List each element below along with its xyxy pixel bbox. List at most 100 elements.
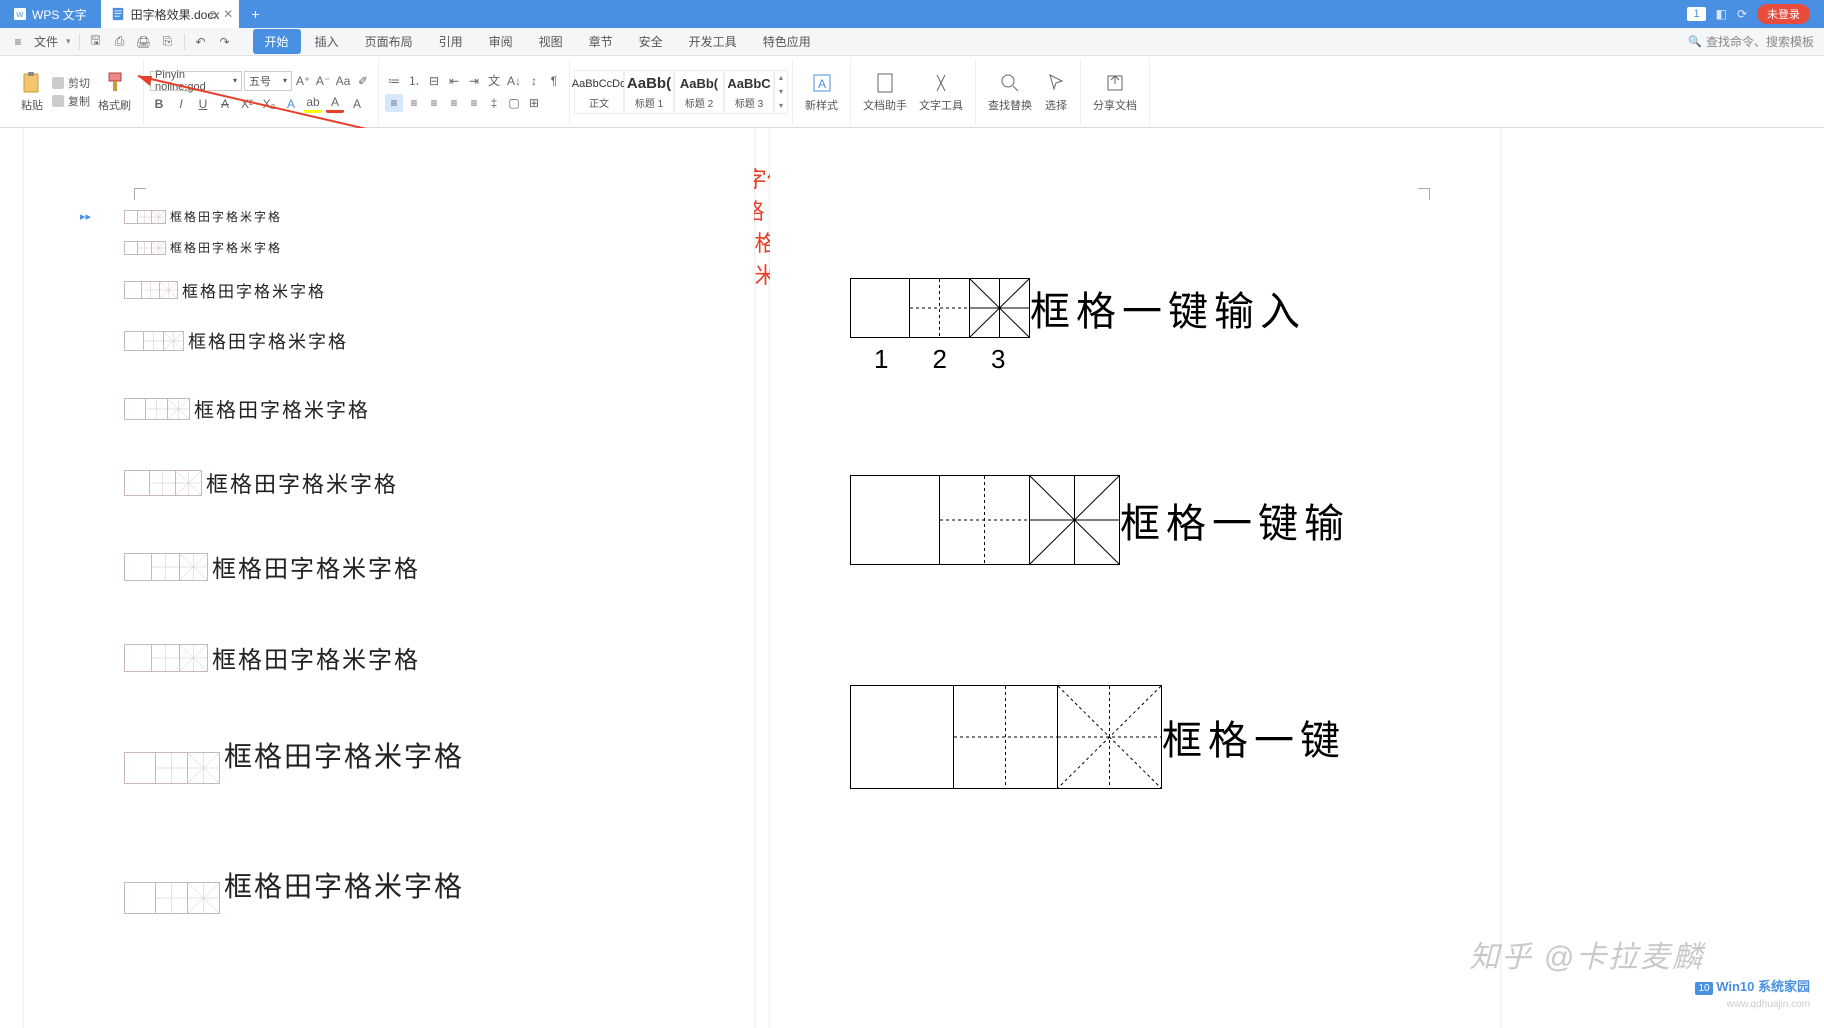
style-h1[interactable]: AaBb(标题 1	[624, 70, 674, 114]
text-tool-button[interactable]: 文字工具	[915, 69, 967, 115]
select-button[interactable]: 选择	[1040, 69, 1072, 115]
pin-icon[interactable]: ⊘	[208, 8, 217, 21]
doc-helper-button[interactable]: 文档助手	[859, 69, 911, 115]
file-menu[interactable]: 文件	[34, 33, 58, 50]
italic-button[interactable]: I	[172, 95, 190, 113]
tab-pagelayout[interactable]: 页面布局	[353, 29, 425, 54]
line-spacing-icon[interactable]: ‡	[485, 94, 503, 112]
paste-button[interactable]: 粘贴	[16, 69, 48, 115]
new-tab-button[interactable]: +	[239, 6, 271, 22]
align-justify-icon[interactable]: ≡	[445, 94, 463, 112]
grid-triplet	[124, 553, 208, 581]
showmarks-icon[interactable]: ¶	[545, 72, 563, 90]
char-shading-button[interactable]: A	[348, 95, 366, 113]
underline-button[interactable]: U	[194, 95, 212, 113]
dochelper-icon	[873, 71, 897, 95]
new-style-button[interactable]: A新样式	[801, 69, 842, 115]
print-direct-icon[interactable]: ⎘	[160, 34, 176, 50]
numbering-icon[interactable]: ⒈	[405, 72, 423, 90]
align-right-icon[interactable]: ≡	[425, 94, 443, 112]
tab-devtools[interactable]: 开发工具	[677, 29, 749, 54]
document-tab[interactable]: 田字格效果.docx ⊘ ✕	[101, 0, 240, 28]
subscript-button[interactable]: X₂	[260, 95, 278, 113]
copy-button[interactable]: 复制	[52, 93, 90, 109]
svg-text:W: W	[16, 10, 24, 19]
increase-font-icon[interactable]: A⁺	[294, 72, 312, 90]
tab-insert[interactable]: 插入	[303, 29, 351, 54]
ribbon: 粘贴 剪切 复制 格式刷 Pinyin noline;god▾ 五号▾ A⁺ A…	[0, 56, 1824, 128]
share-doc-button[interactable]: 分享文档	[1089, 69, 1141, 115]
tab-review[interactable]: 审阅	[477, 29, 525, 54]
find-replace-button[interactable]: 查找替换	[984, 69, 1036, 115]
right-label-1: 框格一键输入	[1030, 279, 1306, 337]
text-row: 框格田字格米字格	[124, 467, 694, 499]
row-text: 框格田字格米字格	[182, 278, 326, 302]
outdent-icon[interactable]: ⇤	[445, 72, 463, 90]
grid-triplet	[124, 281, 178, 299]
tab-security[interactable]: 安全	[627, 29, 675, 54]
decrease-font-icon[interactable]: A⁻	[314, 72, 332, 90]
style-h2[interactable]: AaBb(标题 2	[674, 70, 724, 114]
page-right[interactable]: 框格一键输入 123 框格一键输 框格一键	[770, 128, 1500, 1028]
font-color-button[interactable]: A	[326, 95, 344, 113]
align-center-icon[interactable]: ≡	[405, 94, 423, 112]
save-icon[interactable]: 🖫	[88, 34, 104, 50]
doc-icon	[111, 7, 125, 21]
sort-icon[interactable]: A↓	[505, 72, 523, 90]
login-button[interactable]: 未登录	[1757, 4, 1810, 24]
change-case-icon[interactable]: Aa	[334, 72, 352, 90]
quick-access-bar: ≡ 文件 ▾ 🖫 ⎙ 🖨 ⎘ ↶ ↷ 开始 插入 页面布局 引用 审阅 视图 章…	[0, 28, 1824, 56]
skin-icon[interactable]: ◧	[1716, 7, 1727, 21]
grid-triplet-1	[850, 278, 1030, 338]
text-row: 框格田字格米字格	[124, 640, 694, 675]
borders-icon[interactable]: ⊞	[525, 94, 543, 112]
strike-button[interactable]: A	[216, 95, 234, 113]
font-name-input[interactable]: Pinyin noline;god▾	[150, 71, 242, 91]
titlebar: W WPS 文字 田字格效果.docx ⊘ ✕ + 1 ◧ ⟳ 未登录	[0, 0, 1824, 28]
grid-triplet	[124, 752, 220, 784]
bullets-icon[interactable]: ≔	[385, 72, 403, 90]
notification-badge[interactable]: 1	[1687, 7, 1705, 21]
grid-triplet	[124, 398, 190, 420]
style-normal[interactable]: AaBbCcDd正文	[574, 70, 624, 114]
page-left[interactable]: ▸▸ 框格田字格米字格框格田字格米字格框格田字格米字格框格田字格米字格框格田字格…	[24, 128, 754, 1028]
tab-section[interactable]: 章节	[577, 29, 625, 54]
print-preview-icon[interactable]: ⎙	[112, 34, 128, 50]
superscript-button[interactable]: X²	[238, 95, 256, 113]
print-icon[interactable]: 🖨	[136, 34, 152, 50]
text-row: 框格田字格米字格	[124, 208, 694, 225]
tab-view[interactable]: 视图	[527, 29, 575, 54]
search-box[interactable]: 查找命令、搜索模板	[1688, 33, 1814, 50]
bold-button[interactable]: B	[150, 95, 168, 113]
grid-triplet-2	[850, 475, 1120, 565]
settings-icon[interactable]: ⟳	[1737, 7, 1747, 21]
row-text: 框格田字格米字格	[188, 328, 348, 354]
align-left-icon[interactable]: ≡	[385, 94, 403, 112]
tab-special[interactable]: 特色应用	[751, 29, 823, 54]
style-more[interactable]: ▴▾▾	[774, 70, 788, 114]
clear-format-icon[interactable]: ✐	[354, 72, 372, 90]
hamburger-icon[interactable]: ≡	[10, 34, 26, 50]
undo-icon[interactable]: ↶	[193, 34, 209, 50]
font-effect-button[interactable]: A	[282, 95, 300, 113]
tab-reference[interactable]: 引用	[427, 29, 475, 54]
paste-icon	[20, 71, 44, 95]
style-gallery: AaBbCcDd正文 AaBb(标题 1 AaBb(标题 2 AaBbC标题 3…	[574, 70, 788, 114]
indent-icon[interactable]: ⇥	[465, 72, 483, 90]
grid-triplet	[124, 241, 166, 255]
page-right-content: 框格一键输入 123 框格一键输 框格一键	[850, 248, 1440, 789]
row-text: 框格田字格米字格	[224, 735, 464, 775]
para-spacing-icon[interactable]: ↕	[525, 72, 543, 90]
format-painter-button[interactable]: 格式刷	[94, 69, 135, 115]
cut-button[interactable]: 剪切	[52, 75, 90, 91]
style-h3[interactable]: AaBbC标题 3	[724, 70, 774, 114]
close-tab-icon[interactable]: ✕	[223, 7, 233, 21]
tab-home[interactable]: 开始	[253, 29, 301, 54]
align-distributed-icon[interactable]: ≡	[465, 94, 483, 112]
highlight-button[interactable]: ab	[304, 95, 322, 113]
shading-icon[interactable]: ▢	[505, 94, 523, 112]
multilist-icon[interactable]: ⊟	[425, 72, 443, 90]
redo-icon[interactable]: ↷	[217, 34, 233, 50]
font-size-input[interactable]: 五号▾	[244, 71, 292, 91]
text-direction-icon[interactable]: 文	[485, 72, 503, 90]
